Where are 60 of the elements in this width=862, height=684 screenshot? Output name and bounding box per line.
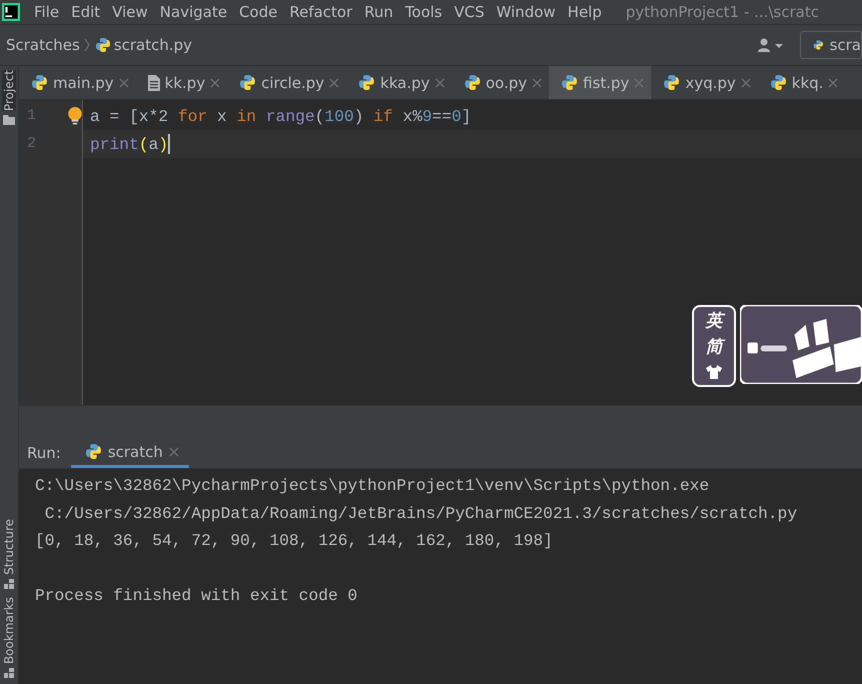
python-file-icon [84,443,102,460]
close-icon[interactable] [118,78,129,88]
python-file-icon [770,74,787,91]
breadcrumb-item[interactable]: scratch.py [114,36,192,54]
folder-icon [3,115,15,126]
menu-item[interactable]: Tools [405,3,442,21]
breadcrumb-item[interactable]: Scratches [6,36,80,54]
editor-tab[interactable]: fist.py [549,66,652,99]
breadcrumb-separator-icon [84,38,90,52]
python-file-icon [663,74,680,91]
console-output-line: [0, 18, 36, 54, 72, 90, 108, 126, 144, 162, 180, 198] [34,530,554,552]
editor-tab[interactable]: kk.py [136,66,228,99]
editor-tab[interactable]: kkq. [758,66,846,99]
python-file-icon [464,74,481,91]
menu-item[interactable]: Help [568,3,602,21]
close-icon[interactable] [210,78,220,88]
close-icon[interactable] [168,446,179,456]
editor-tab[interactable]: circle.py [227,66,346,99]
menu-item[interactable]: VCS [454,3,484,21]
code-line: print(a) [90,134,168,154]
user-menu-icon[interactable] [756,37,786,53]
menu-item[interactable]: Refactor [289,3,352,21]
console-output-line: C:/Users/32862/AppData/Roaming/JetBrains/PyCharmCE2021.3/scratches/scratch.py [44,502,798,524]
close-icon[interactable] [634,78,644,88]
editor-tab[interactable]: oo.py [452,66,549,99]
python-file-icon [239,74,256,91]
close-icon[interactable] [828,78,838,88]
run-configuration-dropdown[interactable]: scra [800,31,862,59]
python-file-icon [94,37,111,53]
menu-item[interactable]: Run [364,3,394,21]
menu-item[interactable]: Edit [71,3,100,21]
close-icon[interactable] [532,78,542,88]
window-title: pythonProject1 - ...\scratc [626,3,819,21]
tool-window-tab[interactable]: Structure [2,519,16,575]
tool-window-icon [4,578,14,589]
editor-tab[interactable]: xyq.py [651,66,758,99]
shirt-icon[interactable] [706,364,722,379]
console-exit-message: Process finished with exit code 0 [34,585,358,607]
python-file-icon [31,74,48,91]
text-file-icon [148,74,160,90]
app-logo-icon [2,3,20,21]
menu-item[interactable]: Navigate [160,3,228,21]
tool-window-tab[interactable]: Bookmarks [2,596,16,664]
close-icon[interactable] [434,78,445,88]
editor-tab[interactable]: kka.py [346,66,452,99]
lightbulb-icon[interactable] [67,107,83,125]
editor-tab[interactable]: main.py [19,66,136,99]
tool-window-icon [4,668,14,678]
close-icon[interactable] [740,78,751,88]
menu-item[interactable]: Window [496,3,556,21]
close-icon[interactable] [329,78,340,88]
console-output-line: C:\Users\32862\PycharmProjects\pythonProject1\venv\Scripts\python.exe [34,475,710,497]
python-file-icon [561,74,578,91]
python-file-icon [358,74,376,91]
menu-item[interactable]: File [34,3,60,21]
run-label: Run: [26,443,62,464]
code-line: a = [x*2 for x in range(100) if x%9==0] [90,106,472,126]
menu-item[interactable]: Code [239,3,278,21]
project-tool-tab[interactable]: Project [2,70,16,112]
menu-item[interactable]: View [112,3,148,21]
